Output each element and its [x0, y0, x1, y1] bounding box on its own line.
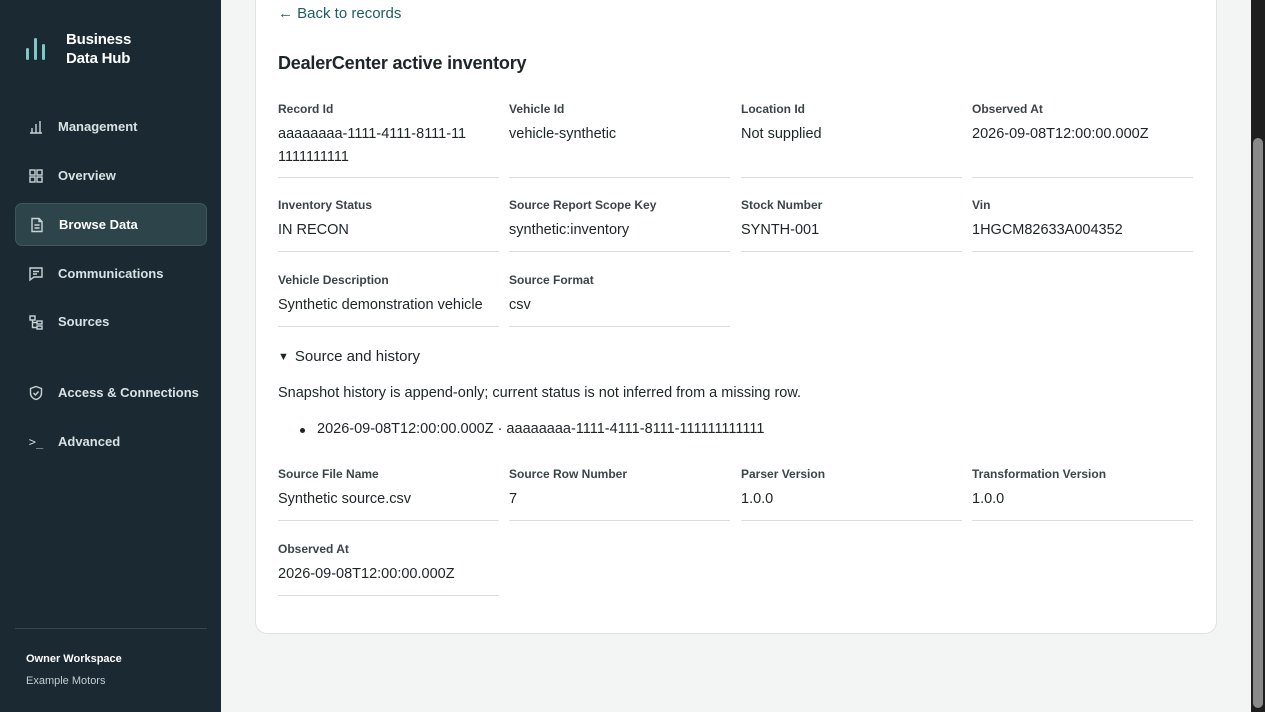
field-record-id: Record Id aaaaaaaa-1111-4111-8111-111111… — [278, 102, 499, 178]
sidebar-item-label: Advanced — [58, 434, 121, 449]
field-value: vehicle-synthetic — [509, 126, 617, 142]
field-label: Transformation Version — [972, 467, 1107, 481]
brand-name-line2: Data Hub — [66, 50, 131, 67]
sidebar-divider — [15, 628, 207, 629]
field-vehicle-id: Vehicle Id vehicle-synthetic — [509, 102, 730, 178]
field-value: csv — [509, 297, 531, 313]
brand-logo-icon — [26, 38, 52, 60]
field-value: SYNTH-001 — [741, 222, 820, 238]
sidebar-item-sources[interactable]: Sources — [15, 300, 207, 343]
sidebar-item-label: Browse Data — [59, 217, 138, 232]
history-note: Snapshot history is append-only; current… — [278, 385, 802, 401]
sidebar-item-label: Overview — [58, 168, 116, 183]
scrollbar-thumb[interactable] — [1253, 138, 1263, 708]
sidebar: Business Data Hub Management Overview Br… — [0, 0, 221, 712]
field-vehicle-description: Vehicle Description Synthetic demonstrat… — [278, 273, 499, 327]
sidebar-item-overview[interactable]: Overview — [15, 154, 207, 197]
source-history-toggle[interactable]: ▼ Source and history — [278, 348, 420, 365]
field-label: Source Format — [509, 273, 594, 287]
field-value: Synthetic demonstration vehicle — [278, 297, 483, 313]
field-location-id: Location Id Not supplied — [741, 102, 962, 178]
bar-chart-icon — [28, 119, 44, 135]
field-label: Vin — [972, 198, 991, 212]
field-label: Observed At — [972, 102, 1043, 116]
brand[interactable]: Business Data Hub — [26, 30, 131, 68]
sidebar-item-browse-data[interactable]: Browse Data — [15, 203, 207, 246]
page-title: DealerCenter active inventory — [278, 53, 527, 73]
sidebar-item-management[interactable]: Management — [15, 105, 207, 148]
disclosure-triangle-icon: ▼ — [278, 350, 289, 363]
field-source-file-name: Source File Name Synthetic source.csv — [278, 467, 499, 521]
field-source-observed-at: Observed At 2026-09-08T12:00:00.000Z — [278, 542, 499, 596]
field-value: 1HGCM82633A004352 — [972, 222, 1123, 238]
field-source-row-number: Source Row Number 7 — [509, 467, 730, 521]
history-list: 2026-09-08T12:00:00.000Z · aaaaaaaa-1111… — [300, 421, 764, 437]
sidebar-item-label: Sources — [58, 314, 110, 329]
field-value: 1.0.0 — [972, 491, 1005, 507]
field-label: Source Row Number — [509, 467, 628, 481]
sidebar-item-label: Management — [58, 119, 138, 134]
terminal-icon: >_ — [28, 434, 44, 449]
field-value: aaaaaaaa-1111-4111-8111-111111111111 — [278, 126, 467, 165]
field-label: Vehicle Description — [278, 273, 389, 287]
field-value: Not supplied — [741, 126, 822, 142]
field-stock-number: Stock Number SYNTH-001 — [741, 198, 962, 252]
field-value: IN RECON — [278, 222, 349, 238]
field-label: Location Id — [741, 102, 805, 116]
field-vin: Vin 1HGCM82633A004352 — [972, 198, 1193, 252]
field-value: 2026-09-08T12:00:00.000Z — [972, 126, 1149, 142]
field-label: Source File Name — [278, 467, 379, 481]
field-label: Source Report Scope Key — [509, 198, 657, 212]
message-icon — [28, 266, 44, 282]
field-transformation-version: Transformation Version 1.0.0 — [972, 467, 1193, 521]
sidebar-item-communications[interactable]: Communications — [15, 252, 207, 295]
field-label: Vehicle Id — [509, 102, 565, 116]
sidebar-item-label: Communications — [58, 266, 164, 281]
sidebar-item-advanced[interactable]: >_ Advanced — [15, 420, 207, 463]
workspace-name[interactable]: Example Motors — [26, 675, 105, 687]
field-value: 1.0.0 — [741, 491, 774, 507]
field-label: Inventory Status — [278, 198, 373, 212]
history-entry: 2026-09-08T12:00:00.000Z · aaaaaaaa-1111… — [300, 421, 764, 437]
field-parser-version: Parser Version 1.0.0 — [741, 467, 962, 521]
field-source-report-scope-key: Source Report Scope Key synthetic:invent… — [509, 198, 730, 252]
sidebar-item-access-connections[interactable]: Access & Connections — [15, 371, 207, 414]
workspace-title: Owner Workspace — [26, 653, 122, 665]
sidebar-item-label: Access & Connections — [58, 385, 199, 400]
scrollbar-track[interactable] — [1251, 0, 1265, 712]
field-label: Stock Number — [741, 198, 823, 212]
sources-icon — [28, 314, 44, 330]
field-label: Record Id — [278, 102, 334, 116]
grid-icon — [28, 168, 44, 184]
field-observed-at: Observed At 2026-09-08T12:00:00.000Z — [972, 102, 1193, 178]
field-value: 7 — [509, 491, 518, 507]
brand-name-line1: Business — [66, 31, 132, 48]
back-to-records-link[interactable]: ← Back to records — [278, 5, 401, 22]
field-value: synthetic:inventory — [509, 222, 630, 238]
field-label: Parser Version — [741, 467, 826, 481]
source-history-summary: Source and history — [294, 348, 420, 365]
field-value: 2026-09-08T12:00:00.000Z — [278, 566, 455, 582]
field-source-format: Source Format csv — [509, 273, 730, 327]
shield-icon — [28, 385, 44, 401]
field-value: Synthetic source.csv — [278, 491, 411, 507]
field-inventory-status: Inventory Status IN RECON — [278, 198, 499, 252]
document-icon — [29, 217, 45, 233]
field-label: Observed At — [278, 542, 349, 556]
